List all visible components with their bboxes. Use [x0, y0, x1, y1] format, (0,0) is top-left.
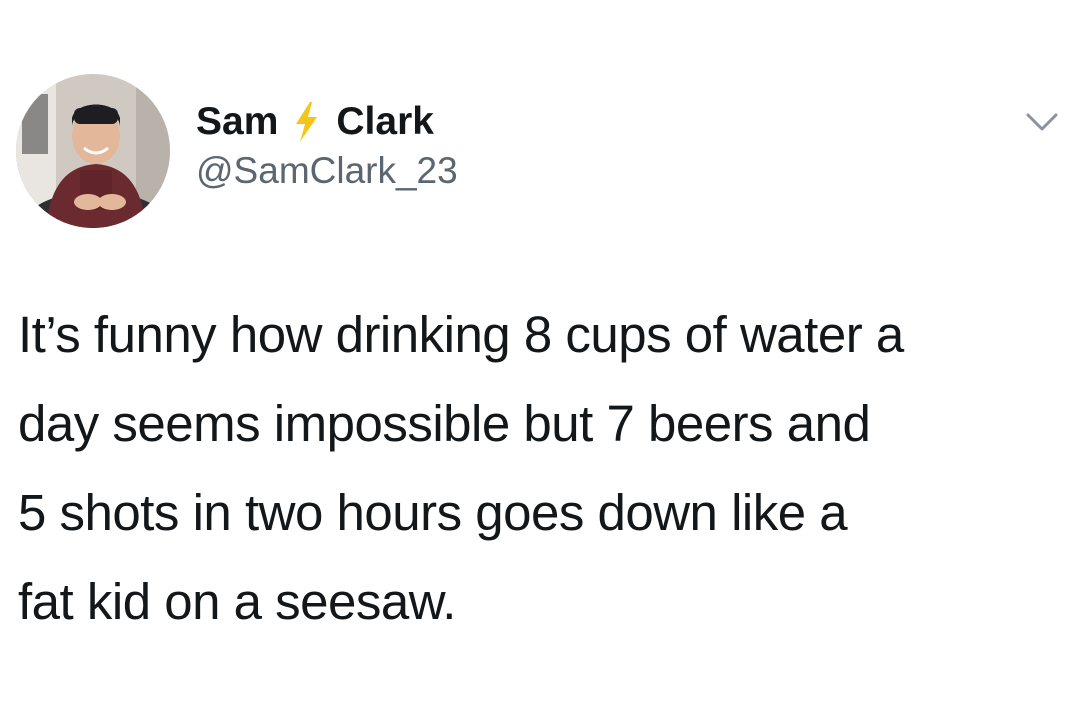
tweet-text: It’s funny how drinking 8 cups of water … [18, 290, 1068, 646]
avatar[interactable] [16, 74, 170, 228]
profile-photo [16, 74, 170, 228]
lightning-bolt-icon [296, 102, 318, 142]
tweet-text-line: 5 shots in two hours goes down like a [18, 484, 848, 541]
first-name: Sam [196, 100, 279, 143]
last-name: Clark [336, 100, 434, 143]
tweet-card: Sam Clark @SamClark_23 It’s funny how dr… [0, 0, 1080, 713]
tweet-text-line: It’s funny how drinking 8 cups of water … [18, 306, 904, 363]
tweet-text-line: fat kid on a seesaw. [18, 573, 456, 630]
display-name[interactable]: Sam Clark [196, 96, 434, 148]
chevron-down-icon[interactable] [1024, 108, 1060, 136]
tweet-text-line: day seems impossible but 7 beers and [18, 395, 871, 452]
user-handle[interactable]: @SamClark_23 [196, 150, 458, 192]
